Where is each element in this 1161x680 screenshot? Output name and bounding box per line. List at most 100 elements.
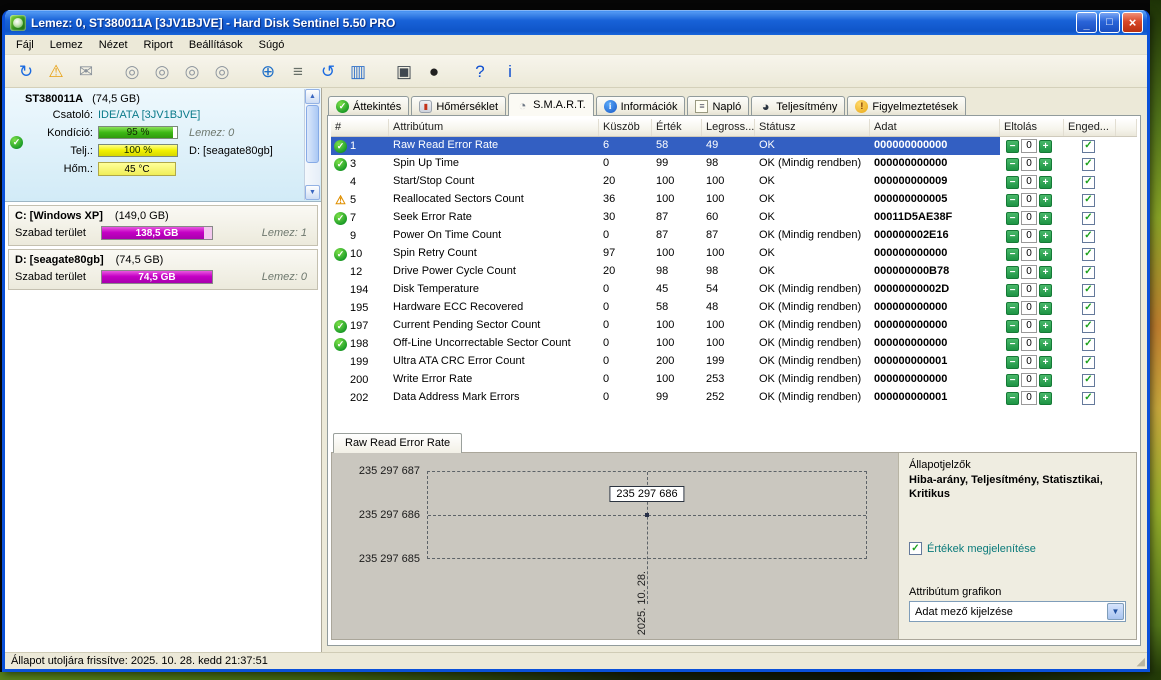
enabled-checkbox[interactable]: ✓ bbox=[1082, 194, 1095, 207]
column-header-2[interactable]: Küszöb bbox=[599, 119, 652, 136]
enabled-checkbox[interactable]: ✓ bbox=[1082, 374, 1095, 387]
toolbar-info-button[interactable]: i bbox=[497, 58, 523, 84]
enabled-checkbox[interactable]: ✓ bbox=[1082, 140, 1095, 153]
smart-table-row[interactable]: 195Hardware ECC Recovered05848OK (Mindig… bbox=[331, 299, 1137, 317]
offset-decrease-button[interactable]: − bbox=[1006, 212, 1019, 225]
tab-homerseklet[interactable]: ▮Hőmérséklet bbox=[411, 96, 506, 116]
scroll-down-button[interactable]: ▼ bbox=[305, 185, 320, 200]
offset-increase-button[interactable]: + bbox=[1039, 230, 1052, 243]
smart-table-row[interactable]: 4Start/Stop Count20100100OK000000000009−… bbox=[331, 173, 1137, 191]
offset-increase-button[interactable]: + bbox=[1039, 194, 1052, 207]
offset-increase-button[interactable]: + bbox=[1039, 392, 1052, 405]
offset-decrease-button[interactable]: − bbox=[1006, 284, 1019, 297]
volume-panel-c[interactable]: C: [Windows XP](149,0 GB)Szabad terület1… bbox=[8, 205, 318, 246]
enabled-checkbox[interactable]: ✓ bbox=[1082, 158, 1095, 171]
smart-table-row[interactable]: ✓3Spin Up Time09998OK (Mindig rendben)00… bbox=[331, 155, 1137, 173]
toolbar-help-button[interactable]: ? bbox=[467, 58, 493, 84]
enabled-checkbox[interactable]: ✓ bbox=[1082, 302, 1095, 315]
toolbar-disk-search-button[interactable]: ◎ bbox=[209, 58, 235, 84]
smart-table-row[interactable]: ✓7Seek Error Rate308760OK00011D5AE38F−0+… bbox=[331, 209, 1137, 227]
offset-decrease-button[interactable]: − bbox=[1006, 338, 1019, 351]
smart-table-row[interactable]: 12Drive Power Cycle Count209898OK0000000… bbox=[331, 263, 1137, 281]
smart-table-row[interactable]: ✓198Off-Line Uncorrectable Sector Count0… bbox=[331, 335, 1137, 353]
offset-increase-button[interactable]: + bbox=[1039, 176, 1052, 189]
show-values-checkbox[interactable]: ✓ bbox=[909, 542, 922, 555]
enabled-checkbox[interactable]: ✓ bbox=[1082, 230, 1095, 243]
offset-decrease-button[interactable]: − bbox=[1006, 176, 1019, 189]
toolbar-disk-remove-button[interactable]: ◎ bbox=[149, 58, 175, 84]
volume-panel-d[interactable]: D: [seagate80gb](74,5 GB)Szabad terület7… bbox=[8, 249, 318, 290]
toolbar-disk-eject-button[interactable]: ◎ bbox=[179, 58, 205, 84]
graph-mode-dropdown[interactable]: Adat mező kijelzése ▼ bbox=[909, 601, 1126, 622]
offset-increase-button[interactable]: + bbox=[1039, 374, 1052, 387]
toolbar-send-message-button[interactable]: ✉ bbox=[73, 58, 99, 84]
offset-decrease-button[interactable]: − bbox=[1006, 140, 1019, 153]
column-header-1[interactable]: Attribútum bbox=[389, 119, 599, 136]
offset-decrease-button[interactable]: − bbox=[1006, 158, 1019, 171]
menu-sugo[interactable]: Súgó bbox=[251, 36, 293, 54]
toolbar-disk-list-button[interactable]: ▥ bbox=[345, 58, 371, 84]
column-header-5[interactable]: Státusz bbox=[755, 119, 870, 136]
toolbar-refresh-disk-button[interactable]: ↺ bbox=[315, 58, 341, 84]
scrollbar-track[interactable] bbox=[305, 164, 320, 185]
enabled-checkbox[interactable]: ✓ bbox=[1082, 248, 1095, 261]
offset-increase-button[interactable]: + bbox=[1039, 320, 1052, 333]
toolbar-screenshot-button[interactable]: ▣ bbox=[391, 58, 417, 84]
tab-figyelmeztetesek[interactable]: !Figyelmeztetések bbox=[847, 96, 966, 116]
toolbar-disc-button[interactable]: ● bbox=[421, 58, 447, 84]
smart-table-row[interactable]: 194Disk Temperature04554OK (Mindig rendb… bbox=[331, 281, 1137, 299]
column-header-7[interactable]: Eltolás bbox=[1000, 119, 1064, 136]
offset-decrease-button[interactable]: − bbox=[1006, 374, 1019, 387]
resize-grip[interactable]: ◢ bbox=[1137, 657, 1145, 668]
maximize-button[interactable]: □ bbox=[1099, 12, 1120, 33]
enabled-checkbox[interactable]: ✓ bbox=[1082, 320, 1095, 333]
scrollbar-thumb[interactable] bbox=[306, 105, 319, 163]
enabled-checkbox[interactable]: ✓ bbox=[1082, 266, 1095, 279]
column-header-0[interactable]: # bbox=[331, 119, 389, 136]
enabled-checkbox[interactable]: ✓ bbox=[1082, 284, 1095, 297]
smart-table-row[interactable]: 202Data Address Mark Errors099252OK (Min… bbox=[331, 389, 1137, 407]
offset-decrease-button[interactable]: − bbox=[1006, 302, 1019, 315]
tab-informaciok[interactable]: iInformációk bbox=[596, 96, 686, 116]
offset-increase-button[interactable]: + bbox=[1039, 158, 1052, 171]
offset-increase-button[interactable]: + bbox=[1039, 212, 1052, 225]
scroll-up-button[interactable]: ▲ bbox=[305, 89, 320, 104]
column-header-3[interactable]: Érték bbox=[652, 119, 702, 136]
tab-naplo[interactable]: ≡Napló bbox=[687, 96, 749, 116]
smart-table-row[interactable]: 199Ultra ATA CRC Error Count0200199OK (M… bbox=[331, 353, 1137, 371]
graph-tab[interactable]: Raw Read Error Rate bbox=[333, 433, 462, 453]
smart-table-row[interactable]: ⚠5Reallocated Sectors Count36100100OK000… bbox=[331, 191, 1137, 209]
toolbar-disk-settings-button[interactable]: ◎ bbox=[119, 58, 145, 84]
menu-fajl[interactable]: Fájl bbox=[8, 36, 42, 54]
enabled-checkbox[interactable]: ✓ bbox=[1082, 176, 1095, 189]
toolbar-online-button[interactable]: ⊕ bbox=[255, 58, 281, 84]
column-header-6[interactable]: Adat bbox=[870, 119, 1000, 136]
title-bar[interactable]: Lemez: 0, ST380011A [3JV1BJVE] - Hard Di… bbox=[5, 10, 1147, 35]
dropdown-button[interactable]: ▼ bbox=[1107, 603, 1124, 620]
smart-table-row[interactable]: 9Power On Time Count08787OK (Mindig rend… bbox=[331, 227, 1137, 245]
tab-attekintes[interactable]: ✓Áttekintés bbox=[328, 96, 409, 116]
offset-decrease-button[interactable]: − bbox=[1006, 320, 1019, 333]
column-header-4[interactable]: Legross... bbox=[702, 119, 755, 136]
enabled-checkbox[interactable]: ✓ bbox=[1082, 356, 1095, 369]
smart-table-row[interactable]: ✓1Raw Read Error Rate65849OK000000000000… bbox=[331, 137, 1137, 155]
toolbar-refresh-button[interactable]: ↻ bbox=[13, 58, 39, 84]
enabled-checkbox[interactable]: ✓ bbox=[1082, 212, 1095, 225]
offset-increase-button[interactable]: + bbox=[1039, 356, 1052, 369]
offset-increase-button[interactable]: + bbox=[1039, 140, 1052, 153]
toolbar-report-button[interactable]: ≡ bbox=[285, 58, 311, 84]
offset-increase-button[interactable]: + bbox=[1039, 302, 1052, 315]
offset-decrease-button[interactable]: − bbox=[1006, 392, 1019, 405]
offset-decrease-button[interactable]: − bbox=[1006, 194, 1019, 207]
smart-table-row[interactable]: 200Write Error Rate0100253OK (Mindig ren… bbox=[331, 371, 1137, 389]
menu-lemez[interactable]: Lemez bbox=[42, 36, 91, 54]
offset-increase-button[interactable]: + bbox=[1039, 338, 1052, 351]
smart-table-row[interactable]: ✓10Spin Retry Count97100100OK00000000000… bbox=[331, 245, 1137, 263]
offset-decrease-button[interactable]: − bbox=[1006, 266, 1019, 279]
minimize-button[interactable]: _ bbox=[1076, 12, 1097, 33]
tab-teljesitmeny[interactable]: ◕Teljesítmény bbox=[751, 96, 845, 116]
smart-table-row[interactable]: ✓197Current Pending Sector Count0100100O… bbox=[331, 317, 1137, 335]
menu-nezet[interactable]: Nézet bbox=[91, 36, 136, 54]
sidebar-scrollbar[interactable]: ▲ ▼ bbox=[304, 89, 320, 200]
tab-smart[interactable]: ◔S.M.A.R.T. bbox=[508, 93, 594, 116]
